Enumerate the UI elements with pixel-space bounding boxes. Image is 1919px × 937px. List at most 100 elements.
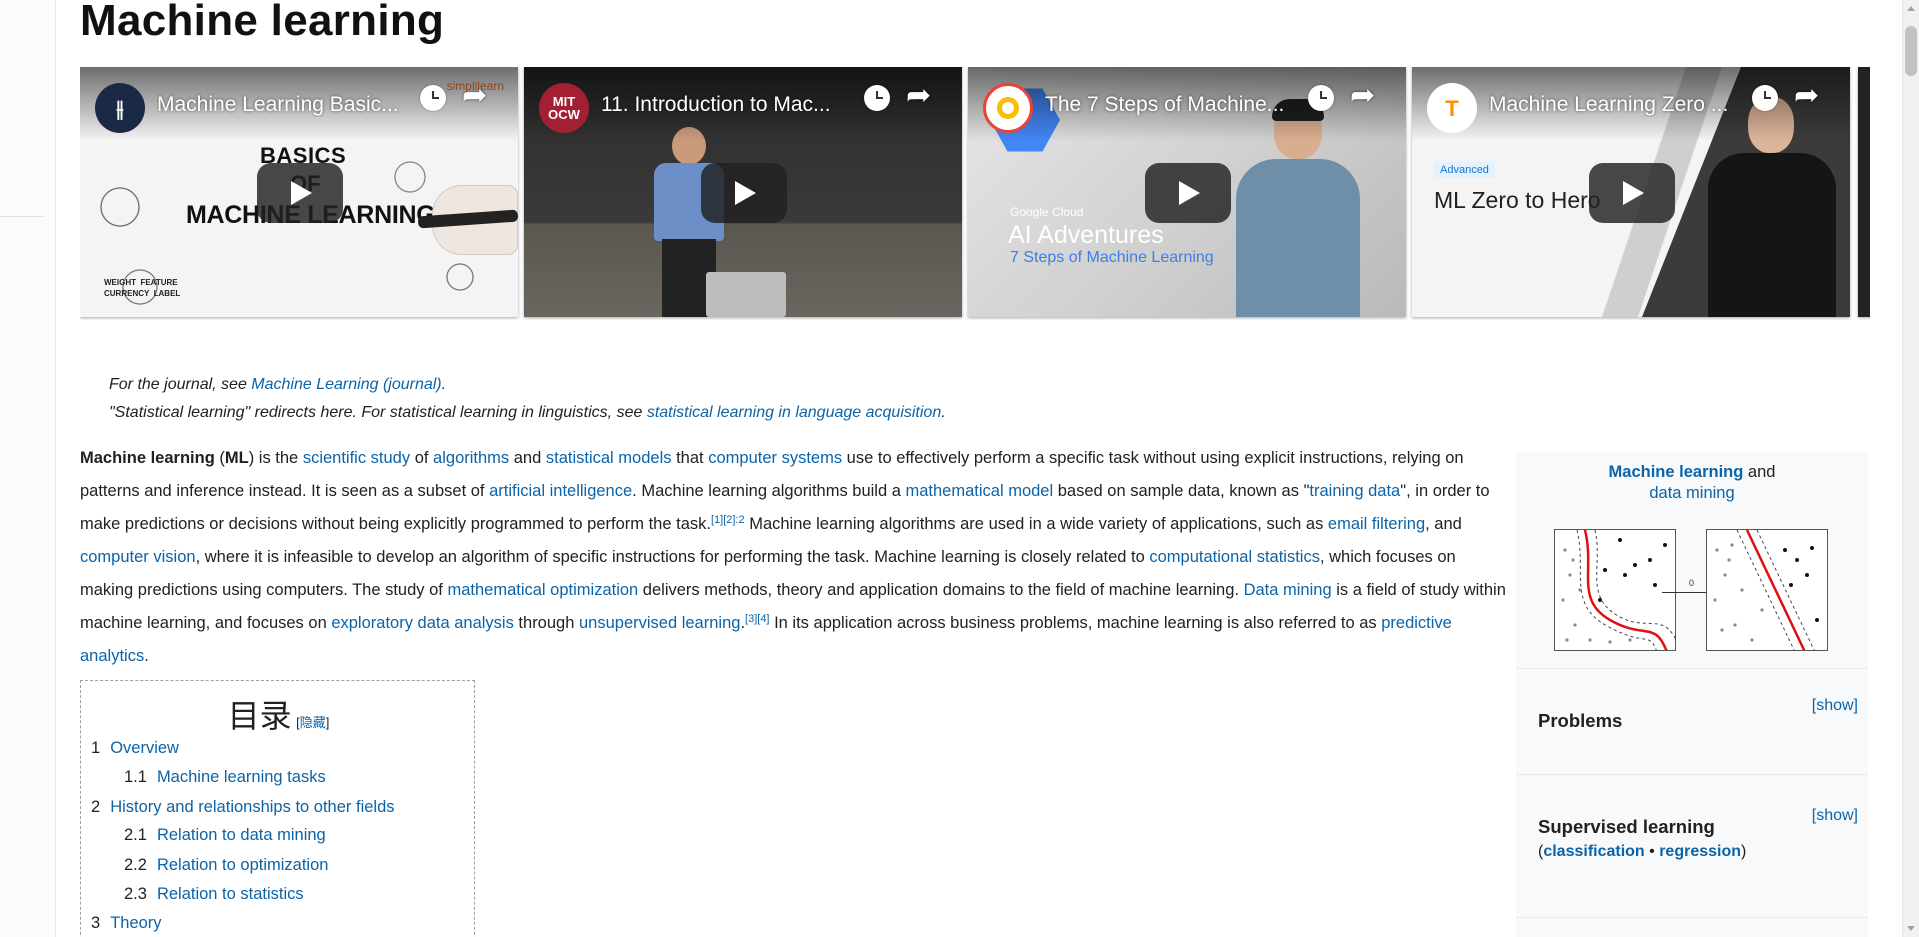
toc-link[interactable]: Overview [110,739,179,757]
text: . [144,647,149,665]
link-unsupervised-learning[interactable]: unsupervised learning [579,614,740,632]
link-regression[interactable]: regression [1659,843,1741,860]
toc-link[interactable]: Machine learning tasks [157,768,326,786]
citation-ref[interactable]: [3][4] [745,613,769,625]
toc-item[interactable]: 1 Overview [91,739,179,758]
text: , and [1425,515,1462,533]
watch-later-icon[interactable] [1752,85,1778,111]
text: ( [214,449,225,467]
toc-link[interactable]: Relation to data mining [157,826,326,844]
share-icon[interactable]: ➦ [462,81,496,115]
video-title[interactable]: 11. Introduction to Mac... [601,93,851,117]
channel-avatar[interactable] [983,83,1033,133]
sidebar-infobox: Machine learning and data mining 0 Probl… [1516,452,1868,937]
toc-item[interactable]: 2.2 Relation to optimization [124,856,328,875]
link-training-data[interactable]: training data [1309,482,1400,500]
show-supervised-toggle[interactable]: [show] [1812,807,1858,825]
infobox-divider [1516,917,1868,918]
video-title[interactable]: Machine Learning Zero ... [1489,93,1739,117]
scroll-up-icon[interactable] [1907,6,1915,11]
text: . Machine learning algorithms build a [632,482,906,500]
toc-link[interactable]: Theory [110,914,161,932]
sidebar-divider [0,216,44,217]
toc-number: 2.3 [124,885,147,903]
toc-item[interactable]: 2.3 Relation to statistics [124,885,304,904]
share-icon[interactable]: ➦ [1350,81,1384,115]
video-card-3[interactable]: Google Cloud AI Adventures 7 Steps of Ma… [968,67,1406,317]
channel-avatar[interactable]: MIT OCW [539,83,589,133]
scroll-down-icon[interactable] [1907,926,1915,931]
toc-hide-link[interactable]: 隐藏 [300,715,326,730]
channel-avatar[interactable]: T [1427,83,1477,133]
link-statistical-learning-language[interactable]: statistical learning in language acquisi… [647,404,941,421]
watch-later-icon[interactable] [864,85,890,111]
link-artificial-intelligence[interactable]: artificial intelligence [489,482,632,500]
link-algorithms[interactable]: algorithms [433,449,509,467]
citation-ref[interactable]: [1][2]:2 [711,514,745,526]
vertical-scrollbar[interactable] [1902,0,1919,937]
thumbnail-labels: WEIGHT FEATURE CURRENCY LABEL [104,278,181,298]
link-statistical-models[interactable]: statistical models [546,449,672,467]
video-card-1[interactable]: BASICS OF MACHINE LEARNING WEIGHT FEATUR… [80,67,518,317]
link-computer-systems[interactable]: computer systems [708,449,842,467]
show-problems-toggle[interactable]: [show] [1812,697,1858,715]
link-machine-learning-journal[interactable]: Machine Learning (journal) [251,376,441,393]
toc-link[interactable]: Relation to statistics [157,885,304,903]
toc-item[interactable]: 1.1 Machine learning tasks [124,768,326,787]
link-data-mining[interactable]: Data mining [1244,581,1332,599]
left-sidebar-gutter [0,0,56,937]
toc-number: 2.1 [124,826,147,844]
text: through [513,614,579,632]
play-button[interactable] [257,163,343,223]
watch-later-icon[interactable] [1308,85,1334,111]
infobox-header: Machine learning and data mining [1516,462,1868,504]
link-machine-learning[interactable]: Machine learning [1609,463,1744,481]
linear-separation-illustration [1706,529,1828,651]
toc-number: 2 [91,798,101,816]
toc-item[interactable]: 2 History and relationships to other fiel… [91,798,395,817]
video-title[interactable]: The 7 Steps of Machine... [1045,93,1295,117]
video-title[interactable]: Machine Learning Basic... [157,93,407,117]
toc-number: 1 [91,739,101,757]
link-classification[interactable]: classification [1543,843,1644,860]
link-computational-statistics[interactable]: computational statistics [1149,548,1320,566]
link-mathematical-model[interactable]: mathematical model [906,482,1054,500]
play-button[interactable] [701,163,787,223]
page-title: Machine learning [80,0,445,45]
watch-later-icon[interactable] [420,85,446,111]
hatnote-text: "Statistical learning" redirects here. F… [109,404,647,421]
video-card-2[interactable]: MIT OCW 11. Introduction to Mac... ➦ [524,67,962,317]
scrollbar-thumb[interactable] [1905,26,1917,76]
share-icon[interactable]: ➦ [906,81,940,115]
text: based on sample data, known as " [1053,482,1310,500]
link-supervised-learning[interactable]: Supervised learning [1538,816,1715,838]
video-card-4[interactable]: Advanced ML Zero to Hero T Machine Learn… [1412,67,1850,317]
hatnote-text: . [941,404,946,421]
text: delivers methods, theory and application… [638,581,1244,599]
link-exploratory-data-analysis[interactable]: exploratory data analysis [331,614,514,632]
video-carousel: BASICS OF MACHINE LEARNING WEIGHT FEATUR… [80,67,1870,320]
toc-item[interactable]: 3 Theory [91,914,162,933]
link-data-mining[interactable]: data mining [1649,484,1734,502]
link-computer-vision[interactable]: computer vision [80,548,196,566]
link-email-filtering[interactable]: email filtering [1328,515,1425,533]
toc-link[interactable]: History and relationships to other field… [110,798,394,816]
arrow-label: 0 [1689,578,1695,588]
share-icon[interactable]: ➦ [1794,81,1828,115]
toc-item[interactable]: 2.1 Relation to data mining [124,826,326,845]
toc-toggle: [隐藏] [296,715,329,730]
text: In its application across business probl… [769,614,1382,632]
channel-avatar[interactable]: ⫲ [95,83,145,133]
thumbnail-text: 7 Steps of Machine Learning [1010,249,1214,266]
laptop-illustration [706,272,786,317]
play-button[interactable] [1589,163,1675,223]
text: that [671,449,709,467]
bracket: ] [325,715,330,730]
play-button[interactable] [1145,163,1231,223]
video-card-5-partial[interactable] [1858,67,1870,317]
hatnote-journal: For the journal, see Machine Learning (j… [109,376,446,394]
toc-link[interactable]: Relation to optimization [157,856,329,874]
link-scientific-study[interactable]: scientific study [303,449,410,467]
link-mathematical-optimization[interactable]: mathematical optimization [447,581,638,599]
infobox-divider [1516,774,1868,775]
